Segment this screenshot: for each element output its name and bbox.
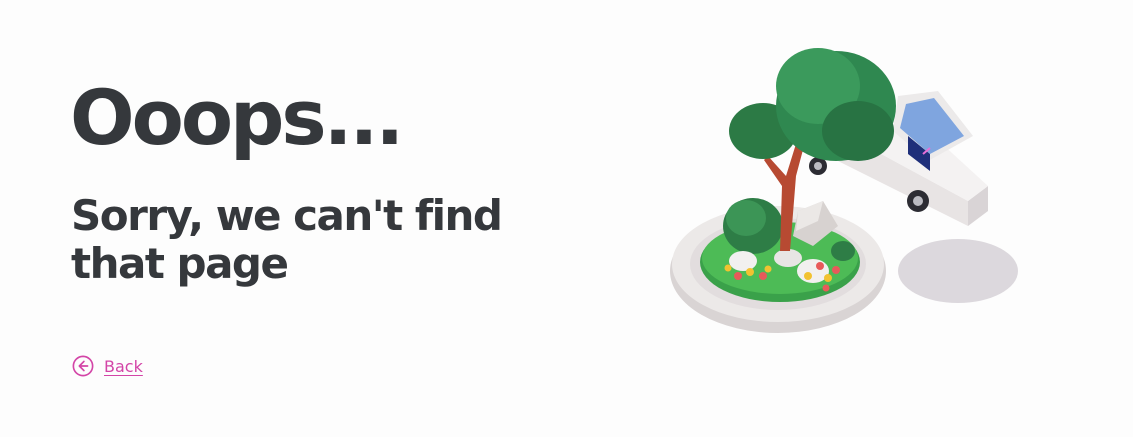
- tree-and-car-illustration: [670, 48, 1018, 333]
- error-message: Sorry, we can't find that page: [71, 191, 503, 288]
- arrow-left-circle-icon: [72, 355, 94, 377]
- back-link-label: Back: [104, 356, 143, 376]
- error-page: Ooops... Sorry, we can't find that page …: [0, 0, 1133, 437]
- car-shadow: [898, 239, 1018, 303]
- back-link[interactable]: Back: [72, 355, 143, 377]
- page-title: Ooops...: [70, 73, 404, 162]
